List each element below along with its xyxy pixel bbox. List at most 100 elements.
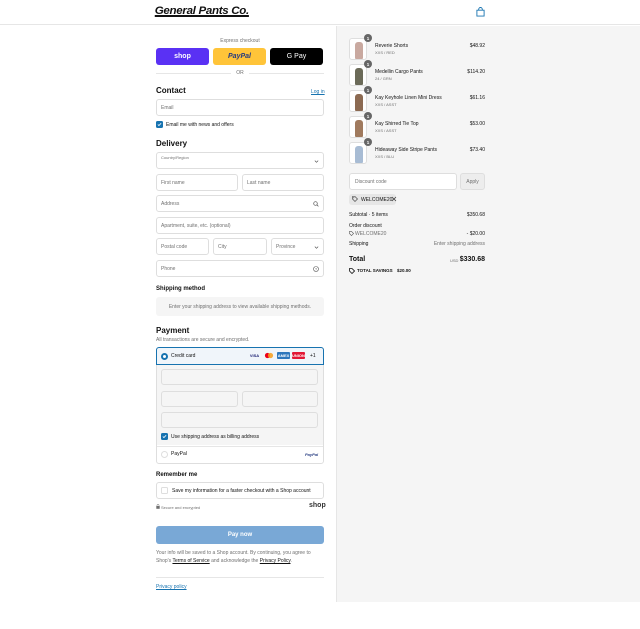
order-discount-value: - $20.00 (466, 231, 485, 237)
total-value: $330.68 (459, 256, 485, 263)
cart-item: 1 Kay Keyhole Linen Mini Dress XXS / ASST $… (349, 86, 485, 112)
product-variant: XXS / ASST (375, 128, 397, 133)
terms-of-service-link[interactable]: Terms of Service (172, 558, 209, 564)
billing-address-checkbox[interactable] (161, 433, 168, 440)
province-select[interactable]: Province (271, 238, 324, 255)
shipping-method-notice: Enter your shipping address to view avai… (156, 297, 324, 316)
remember-me-checkbox[interactable] (161, 487, 168, 494)
savings-value: $20.00 (396, 268, 411, 273)
cart-item: 1 Hideaway Side Stripe Pants XXS / BLU $73.… (349, 138, 485, 164)
paypal-radio[interactable] (161, 451, 168, 458)
country-select[interactable]: Country/Region (156, 152, 324, 169)
credit-card-radio[interactable] (161, 353, 168, 360)
delivery-heading: Delivery (156, 139, 188, 148)
cart-item: 1 Kay Shirred Tie Top XXS / ASST $53.00 (349, 112, 485, 138)
city-placeholder: City (218, 243, 227, 250)
google-pay-button[interactable]: G Pay (270, 48, 323, 65)
check-icon (157, 122, 162, 127)
card-number-field[interactable] (161, 369, 318, 385)
address-placeholder: Address (161, 200, 180, 207)
or-separator: OR (236, 70, 244, 76)
chevron-down-icon (314, 246, 319, 249)
tag-icon (349, 268, 355, 274)
quantity-badge: 1 (364, 34, 372, 42)
cart-item: 1 Reverie Shorts XXS / RED $48.92 (349, 34, 485, 60)
order-discount-label: Order discount (349, 223, 382, 229)
expiration-field[interactable] (161, 391, 238, 407)
security-code-field[interactable] (242, 391, 318, 407)
email-field[interactable]: Email (156, 99, 324, 116)
product-price: $53.00 (469, 121, 485, 127)
shopping-bag-icon[interactable] (476, 7, 485, 17)
shipping-method-heading: Shipping method (156, 286, 205, 292)
order-summary-panel (336, 26, 640, 602)
product-thumbnail (349, 116, 367, 138)
shop-pay-button[interactable]: shop (156, 48, 209, 65)
total-savings-label: TOTAL SAVINGS $20.00 (357, 268, 411, 273)
province-placeholder: Province (276, 243, 296, 250)
subtotal-value: $350.68 (466, 212, 485, 218)
product-image (355, 146, 363, 163)
phone-field[interactable]: Phone ? (156, 260, 324, 277)
help-icon[interactable]: ? (313, 266, 319, 272)
tag-icon (349, 231, 354, 236)
subtotal-label: Subtotal · 5 items (349, 212, 388, 218)
email-placeholder: Email (161, 104, 174, 111)
shipping-notice-text: Enter your shipping address to view avai… (168, 303, 312, 310)
product-name: Kay Shirred Tie Top (375, 121, 419, 127)
postal-code-field[interactable]: Postal code (156, 238, 209, 255)
credit-card-label: Credit card (171, 353, 196, 359)
discount-code-input[interactable]: Discount code (349, 173, 457, 190)
product-image (355, 94, 363, 111)
first-name-field[interactable]: First name (156, 174, 238, 191)
discount-placeholder: Discount code (355, 178, 387, 185)
address-field[interactable]: Address (156, 195, 324, 212)
country-label: Country/Region (161, 155, 189, 160)
privacy-policy-inline-link[interactable]: Privacy Policy (260, 558, 291, 564)
city-field[interactable]: City (213, 238, 267, 255)
legal-text-3: . (290, 558, 292, 564)
first-name-placeholder: First name (161, 179, 185, 186)
more-cards-badge: +1 (310, 353, 316, 359)
footer-privacy-policy-link[interactable]: Privacy policy (156, 584, 187, 590)
quantity-badge: 1 (364, 112, 372, 120)
divider (157, 446, 323, 447)
contact-heading: Contact (156, 86, 186, 95)
last-name-placeholder: Last name (247, 179, 271, 186)
product-thumbnail (349, 38, 367, 60)
last-name-field[interactable]: Last name (242, 174, 324, 191)
phone-placeholder: Phone (161, 265, 176, 272)
store-logo[interactable]: General Pants Co. (155, 5, 249, 17)
payment-heading: Payment (156, 326, 190, 335)
unionpay-icon: UNION (292, 352, 305, 359)
apply-discount-button[interactable]: Apply (460, 173, 485, 190)
product-price: $61.16 (469, 95, 485, 101)
applied-discount-code: WELCOME20 (361, 196, 393, 203)
search-icon (313, 201, 319, 207)
apartment-field[interactable]: Apartment, suite, etc. (optional) (156, 217, 324, 234)
product-name: Kay Keyhole Linen Mini Dress (375, 95, 442, 101)
pay-now-button[interactable]: Pay now (156, 526, 324, 544)
paypal-button[interactable]: PayPal (213, 48, 266, 65)
amex-icon: AMEX (277, 352, 290, 359)
product-price: $73.40 (469, 147, 485, 153)
paypal-option-label[interactable]: PayPal (171, 451, 187, 457)
shipping-value: Enter shipping address (433, 241, 485, 247)
name-on-card-field[interactable] (161, 412, 318, 428)
express-checkout-title: Express checkout (220, 38, 260, 44)
product-image (355, 120, 363, 137)
product-name: Reverie Shorts (375, 43, 409, 49)
remove-discount-icon[interactable] (391, 196, 397, 202)
remember-me-option[interactable]: Save my information for a faster checkou… (156, 482, 324, 499)
remember-me-label: Save my information for a faster checkou… (172, 488, 311, 494)
chevron-down-icon (314, 160, 319, 163)
product-image (355, 68, 363, 85)
newsletter-checkbox[interactable] (156, 121, 163, 128)
tag-icon (352, 196, 358, 202)
login-link[interactable]: Log in (311, 89, 325, 95)
product-price: $48.92 (469, 43, 485, 49)
product-name: Medellin Cargo Pants (375, 69, 423, 75)
product-variant: XXS / BLU (375, 154, 395, 159)
check-icon (162, 434, 167, 439)
mastercard-icon (263, 352, 275, 359)
